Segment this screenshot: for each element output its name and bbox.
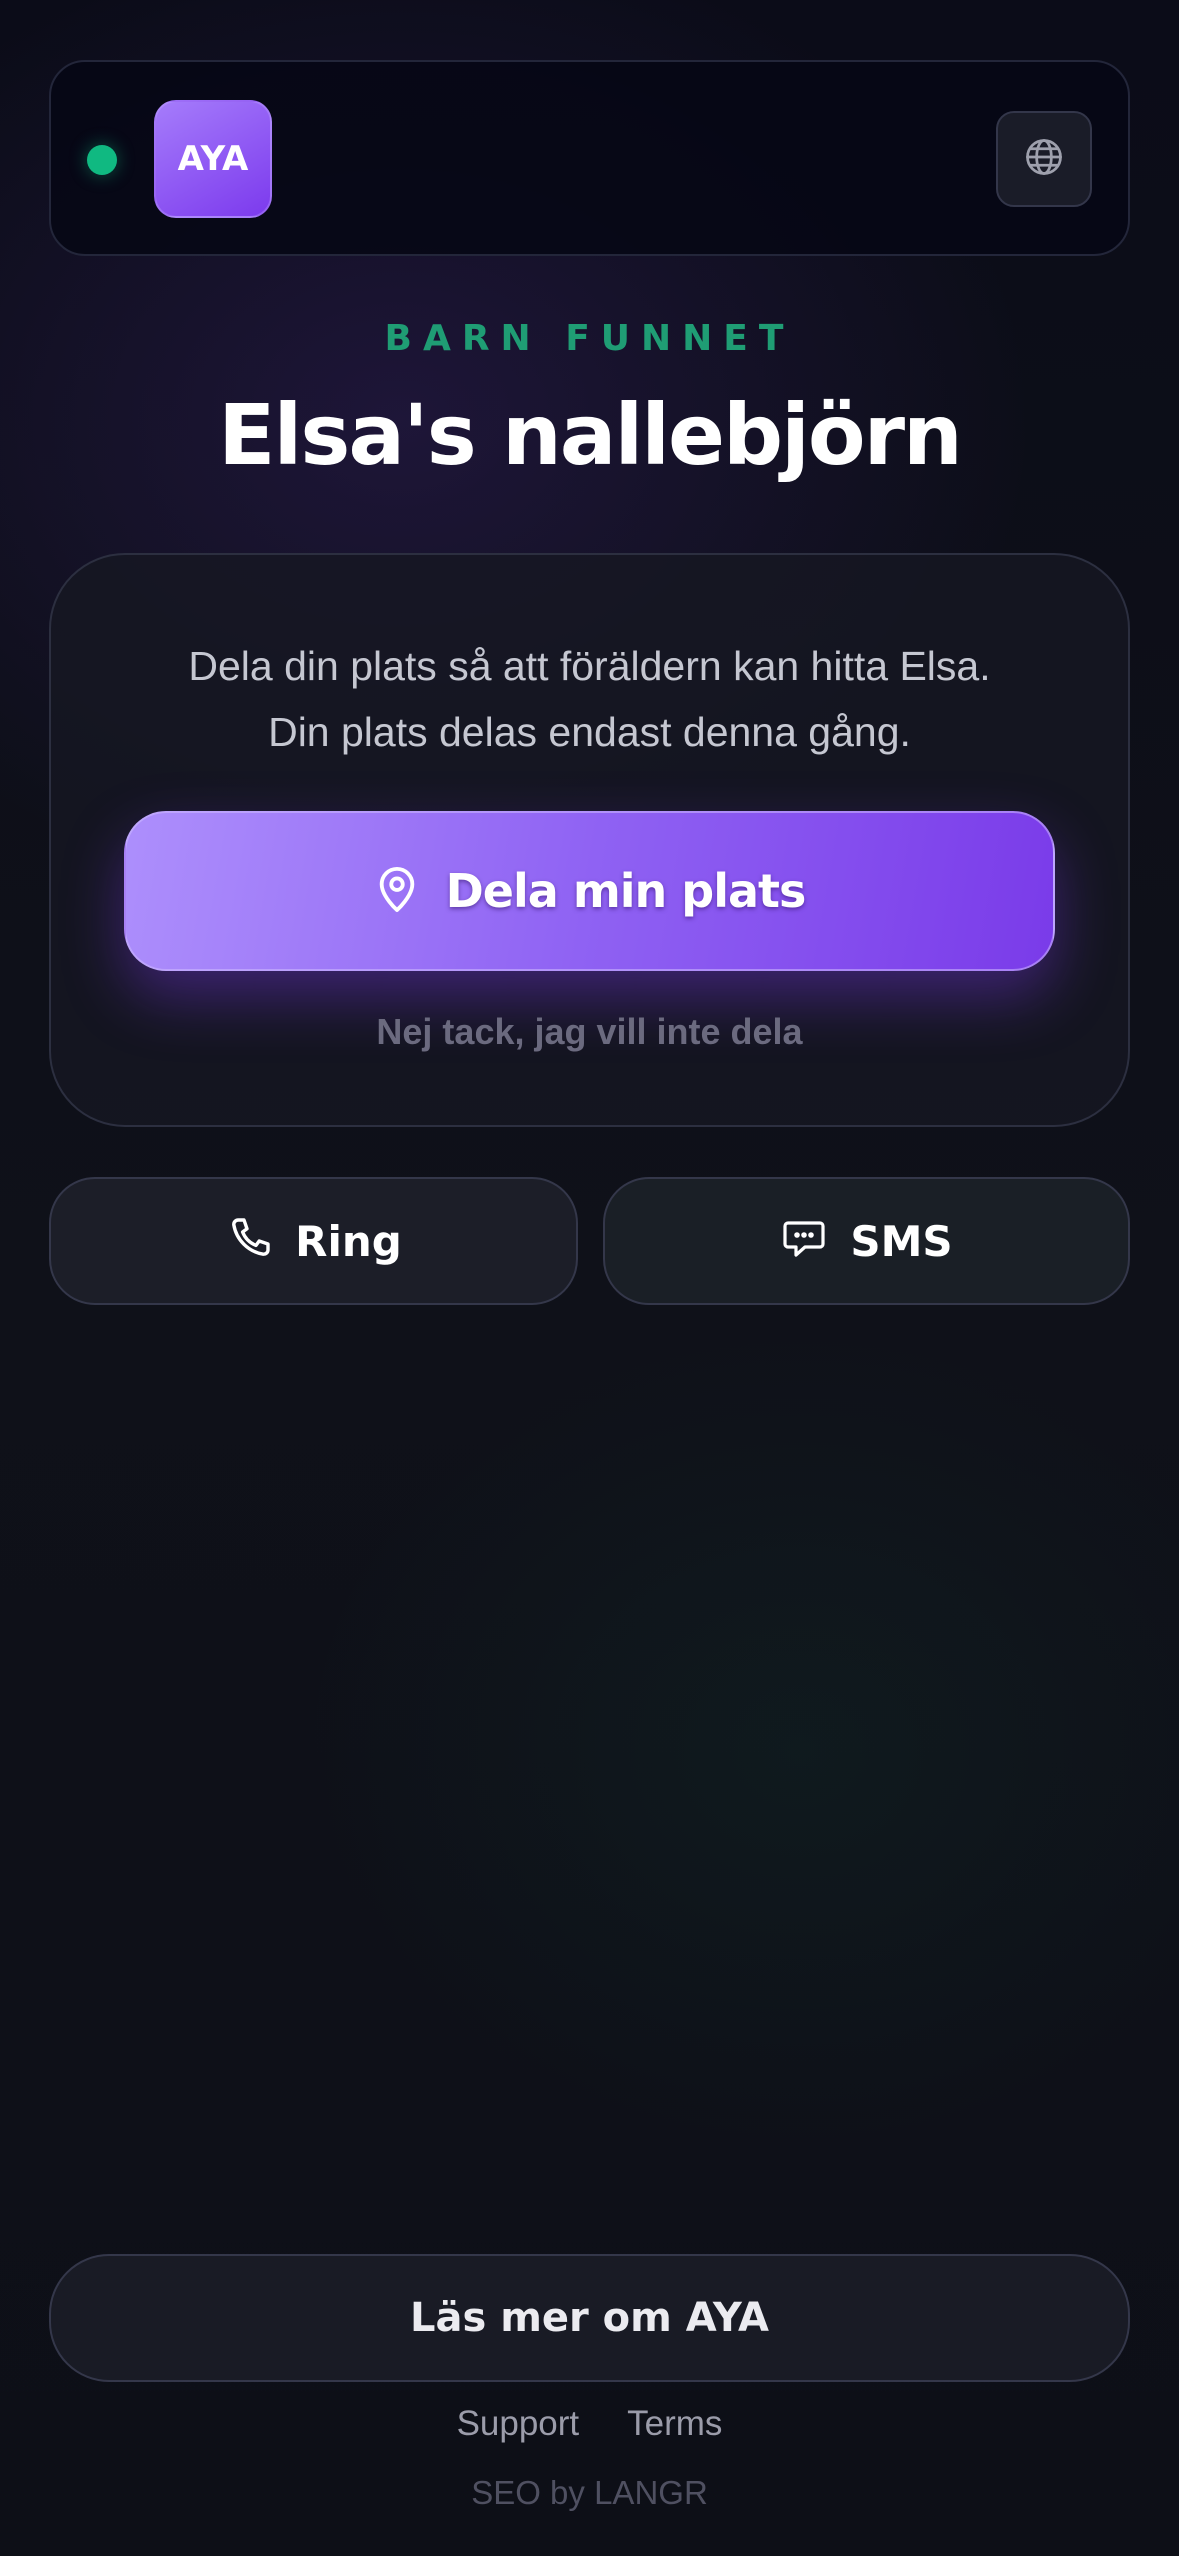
chat-bubble-icon: [780, 1215, 828, 1267]
share-location-button[interactable]: Dela min plats: [124, 811, 1055, 971]
found-label: BARN FUNNET: [384, 318, 795, 359]
call-button[interactable]: Ring: [49, 1177, 578, 1305]
globe-icon: [1022, 135, 1066, 183]
share-location-label: Dela min plats: [445, 864, 807, 918]
page-title: Elsa's nallebjörn: [218, 386, 963, 484]
seo-credit-link[interactable]: SEO by LANGR: [0, 2474, 1179, 2512]
map-pin-icon: [374, 863, 420, 919]
sms-button[interactable]: SMS: [603, 1177, 1130, 1305]
footer-links: Support Terms: [0, 2404, 1179, 2444]
status-indicator: [87, 145, 117, 175]
decline-share-link[interactable]: Nej tack, jag vill inte dela: [51, 1011, 1128, 1053]
share-description-line-1: Dela din plats så att föräldern kan hitt…: [188, 643, 991, 689]
share-description: Dela din plats så att föräldern kan hitt…: [51, 633, 1128, 765]
top-bar: AYA: [49, 60, 1130, 256]
share-description-line-2: Din plats delas endast denna gång.: [268, 709, 911, 755]
support-link[interactable]: Support: [457, 2404, 580, 2444]
language-button[interactable]: [996, 111, 1092, 207]
phone-icon: [225, 1215, 273, 1267]
terms-link[interactable]: Terms: [627, 2404, 722, 2444]
sms-label: SMS: [850, 1216, 953, 1266]
call-label: Ring: [295, 1216, 402, 1266]
read-more-button[interactable]: Läs mer om AYA: [49, 2254, 1130, 2382]
aya-logo: AYA: [154, 100, 272, 218]
share-location-card: Dela din plats så att föräldern kan hitt…: [49, 553, 1130, 1127]
